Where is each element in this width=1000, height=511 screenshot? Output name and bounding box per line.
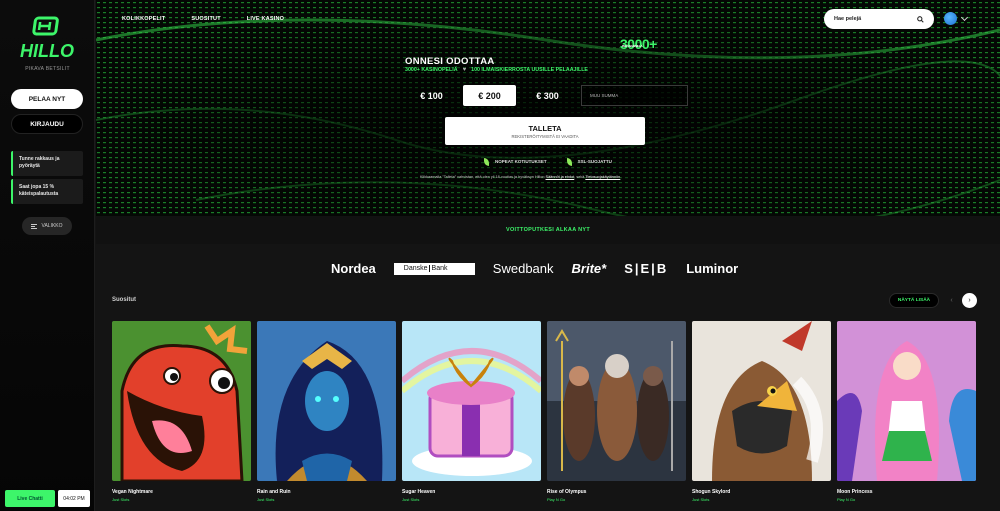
bank-danske: Danske Bank xyxy=(393,262,475,275)
live-chat-button[interactable]: Live Chatti xyxy=(5,490,55,507)
game-card[interactable]: Sugar Heaven Just Slots xyxy=(400,321,543,502)
game-title: Sugar Heaven xyxy=(402,489,436,495)
language-globe-icon[interactable] xyxy=(944,12,957,25)
deposit-button[interactable]: TALLETA REKISTERÖITYMISTÄ EI VAADITA xyxy=(445,117,645,145)
section-title: Suositut xyxy=(112,297,136,303)
bank-logos: Nordea Danske Bank Swedbank Brite* S|E|B … xyxy=(331,261,738,276)
bank-seb: S|E|B xyxy=(624,261,669,276)
login-button[interactable]: KIRJAUDU xyxy=(11,114,83,134)
amount-option-100[interactable]: € 100 xyxy=(405,85,458,106)
game-provider: Just Slots xyxy=(402,497,420,502)
game-thumbnail[interactable] xyxy=(837,321,976,481)
amount-option-200[interactable]: € 200 xyxy=(463,85,516,106)
game-thumbnail[interactable] xyxy=(257,321,396,481)
menu-label: VALIKKO xyxy=(41,223,63,229)
clock: 04:02 PM xyxy=(58,490,90,507)
game-provider: Just Slots xyxy=(692,497,710,502)
amount-option-300[interactable]: € 300 xyxy=(521,85,574,106)
menu-icon xyxy=(31,223,38,229)
promo-card-love[interactable]: Tunne rakkaus ja pyöräytä xyxy=(11,151,83,176)
play-now-button[interactable]: PELAA NYT xyxy=(11,89,83,109)
game-provider: Just Slots xyxy=(257,497,275,502)
sidebar: HILLO PIKAVA BETSILIT PELAA NYT KIRJAUDU… xyxy=(0,0,95,511)
game-thumbnail[interactable] xyxy=(692,321,831,481)
menu-button[interactable]: VALIKKO xyxy=(22,217,72,235)
bank-brite: Brite* xyxy=(571,261,607,276)
carousel-prev-button[interactable]: ‹ xyxy=(944,293,959,308)
search-input[interactable]: Hae pelejä xyxy=(824,9,934,29)
top-nav: KOLIKKOPELIT SUOSITUT LIVE KASINO xyxy=(122,16,284,22)
game-title: Rise of Olympus xyxy=(547,489,587,495)
svg-text:HILLO: HILLO xyxy=(20,41,74,61)
hero-banner: KOLIKKOPELIT SUOSITUT LIVE KASINO xyxy=(96,0,1000,216)
leaf-icon xyxy=(484,158,489,166)
privacy-link[interactable]: Tietosuojakäytännön xyxy=(585,175,620,179)
game-thumbnail[interactable] xyxy=(112,321,251,483)
legal-text: Klikkaamalla "Talleta" vahvistan, että o… xyxy=(420,175,622,179)
game-thumbnail[interactable] xyxy=(400,321,543,481)
hero-title: ONNESI ODOTTAA xyxy=(405,56,495,67)
bank-luminor: Luminor xyxy=(686,261,739,276)
game-thumbnail[interactable] xyxy=(547,321,686,481)
heart-icon: ♥ xyxy=(462,67,467,73)
hero-background xyxy=(96,0,1000,216)
deposit-amounts: € 100 € 200 € 300 MUU SUMMA xyxy=(405,85,688,106)
game-card[interactable]: Moon Princess Play N Go xyxy=(837,321,976,502)
promo-card-cashback[interactable]: Saat jopa 15 % käteispalautusta xyxy=(11,179,83,204)
games-count-badge: 3000+ PELIÄ SAATAVILLA xyxy=(620,36,657,52)
hero-subtitle: 3000+ KASINOPELIÄ ♥ 100 ILMAISKIERROSTA … xyxy=(405,67,588,73)
search-placeholder: Hae pelejä xyxy=(834,16,862,22)
leaf-icon xyxy=(566,158,572,166)
win-streak-strip: VOITTOPUTKESI ALKAA NYT xyxy=(96,216,1000,244)
game-provider: Play N Go xyxy=(837,497,856,502)
nav-slots[interactable]: KOLIKKOPELIT xyxy=(122,16,165,22)
game-card[interactable]: Vegan Nightmare Just Slots xyxy=(112,321,251,502)
game-provider: Play N Go xyxy=(547,497,566,502)
game-title: Moon Princess xyxy=(837,489,873,495)
game-card[interactable]: Shogun Skylord Just Slots xyxy=(692,321,831,502)
nav-live-casino[interactable]: LIVE KASINO xyxy=(247,16,284,22)
hillo-logo[interactable]: HILLO xyxy=(17,16,77,62)
game-title: Shogun Skylord xyxy=(692,489,731,495)
bank-nordea: Nordea xyxy=(331,261,376,276)
search-icon[interactable] xyxy=(917,15,924,23)
carousel-next-button[interactable]: › xyxy=(962,293,977,308)
hero-features: NOPEAT KOTIUTUKSET SSL-SUOJATTU xyxy=(484,158,612,166)
feature-ssl: SSL-SUOJATTU xyxy=(566,158,612,166)
game-title: Rain and Ruin xyxy=(257,489,291,495)
game-provider: Just Slots xyxy=(112,497,130,502)
feature-fast-withdrawals: NOPEAT KOTIUTUKSET xyxy=(484,158,547,166)
custom-amount-input[interactable]: MUU SUMMA xyxy=(581,85,688,106)
tagline: PIKAVA BETSILIT xyxy=(25,66,70,72)
show-more-button[interactable]: NÄYTÄ LISÄÄ xyxy=(889,293,939,308)
game-card[interactable]: Rise of Olympus Play N Go xyxy=(547,321,686,502)
game-title: Vegan Nightmare xyxy=(112,489,153,495)
nav-popular[interactable]: SUOSITUT xyxy=(191,16,220,22)
games-carousel: Vegan Nightmare Just Slots Rain and Ruin… xyxy=(112,321,976,502)
bank-swedbank: Swedbank xyxy=(492,261,554,276)
game-card[interactable]: Rain and Ruin Just Slots xyxy=(257,321,396,502)
terms-link[interactable]: Säännöt ja ehdot xyxy=(546,175,575,179)
